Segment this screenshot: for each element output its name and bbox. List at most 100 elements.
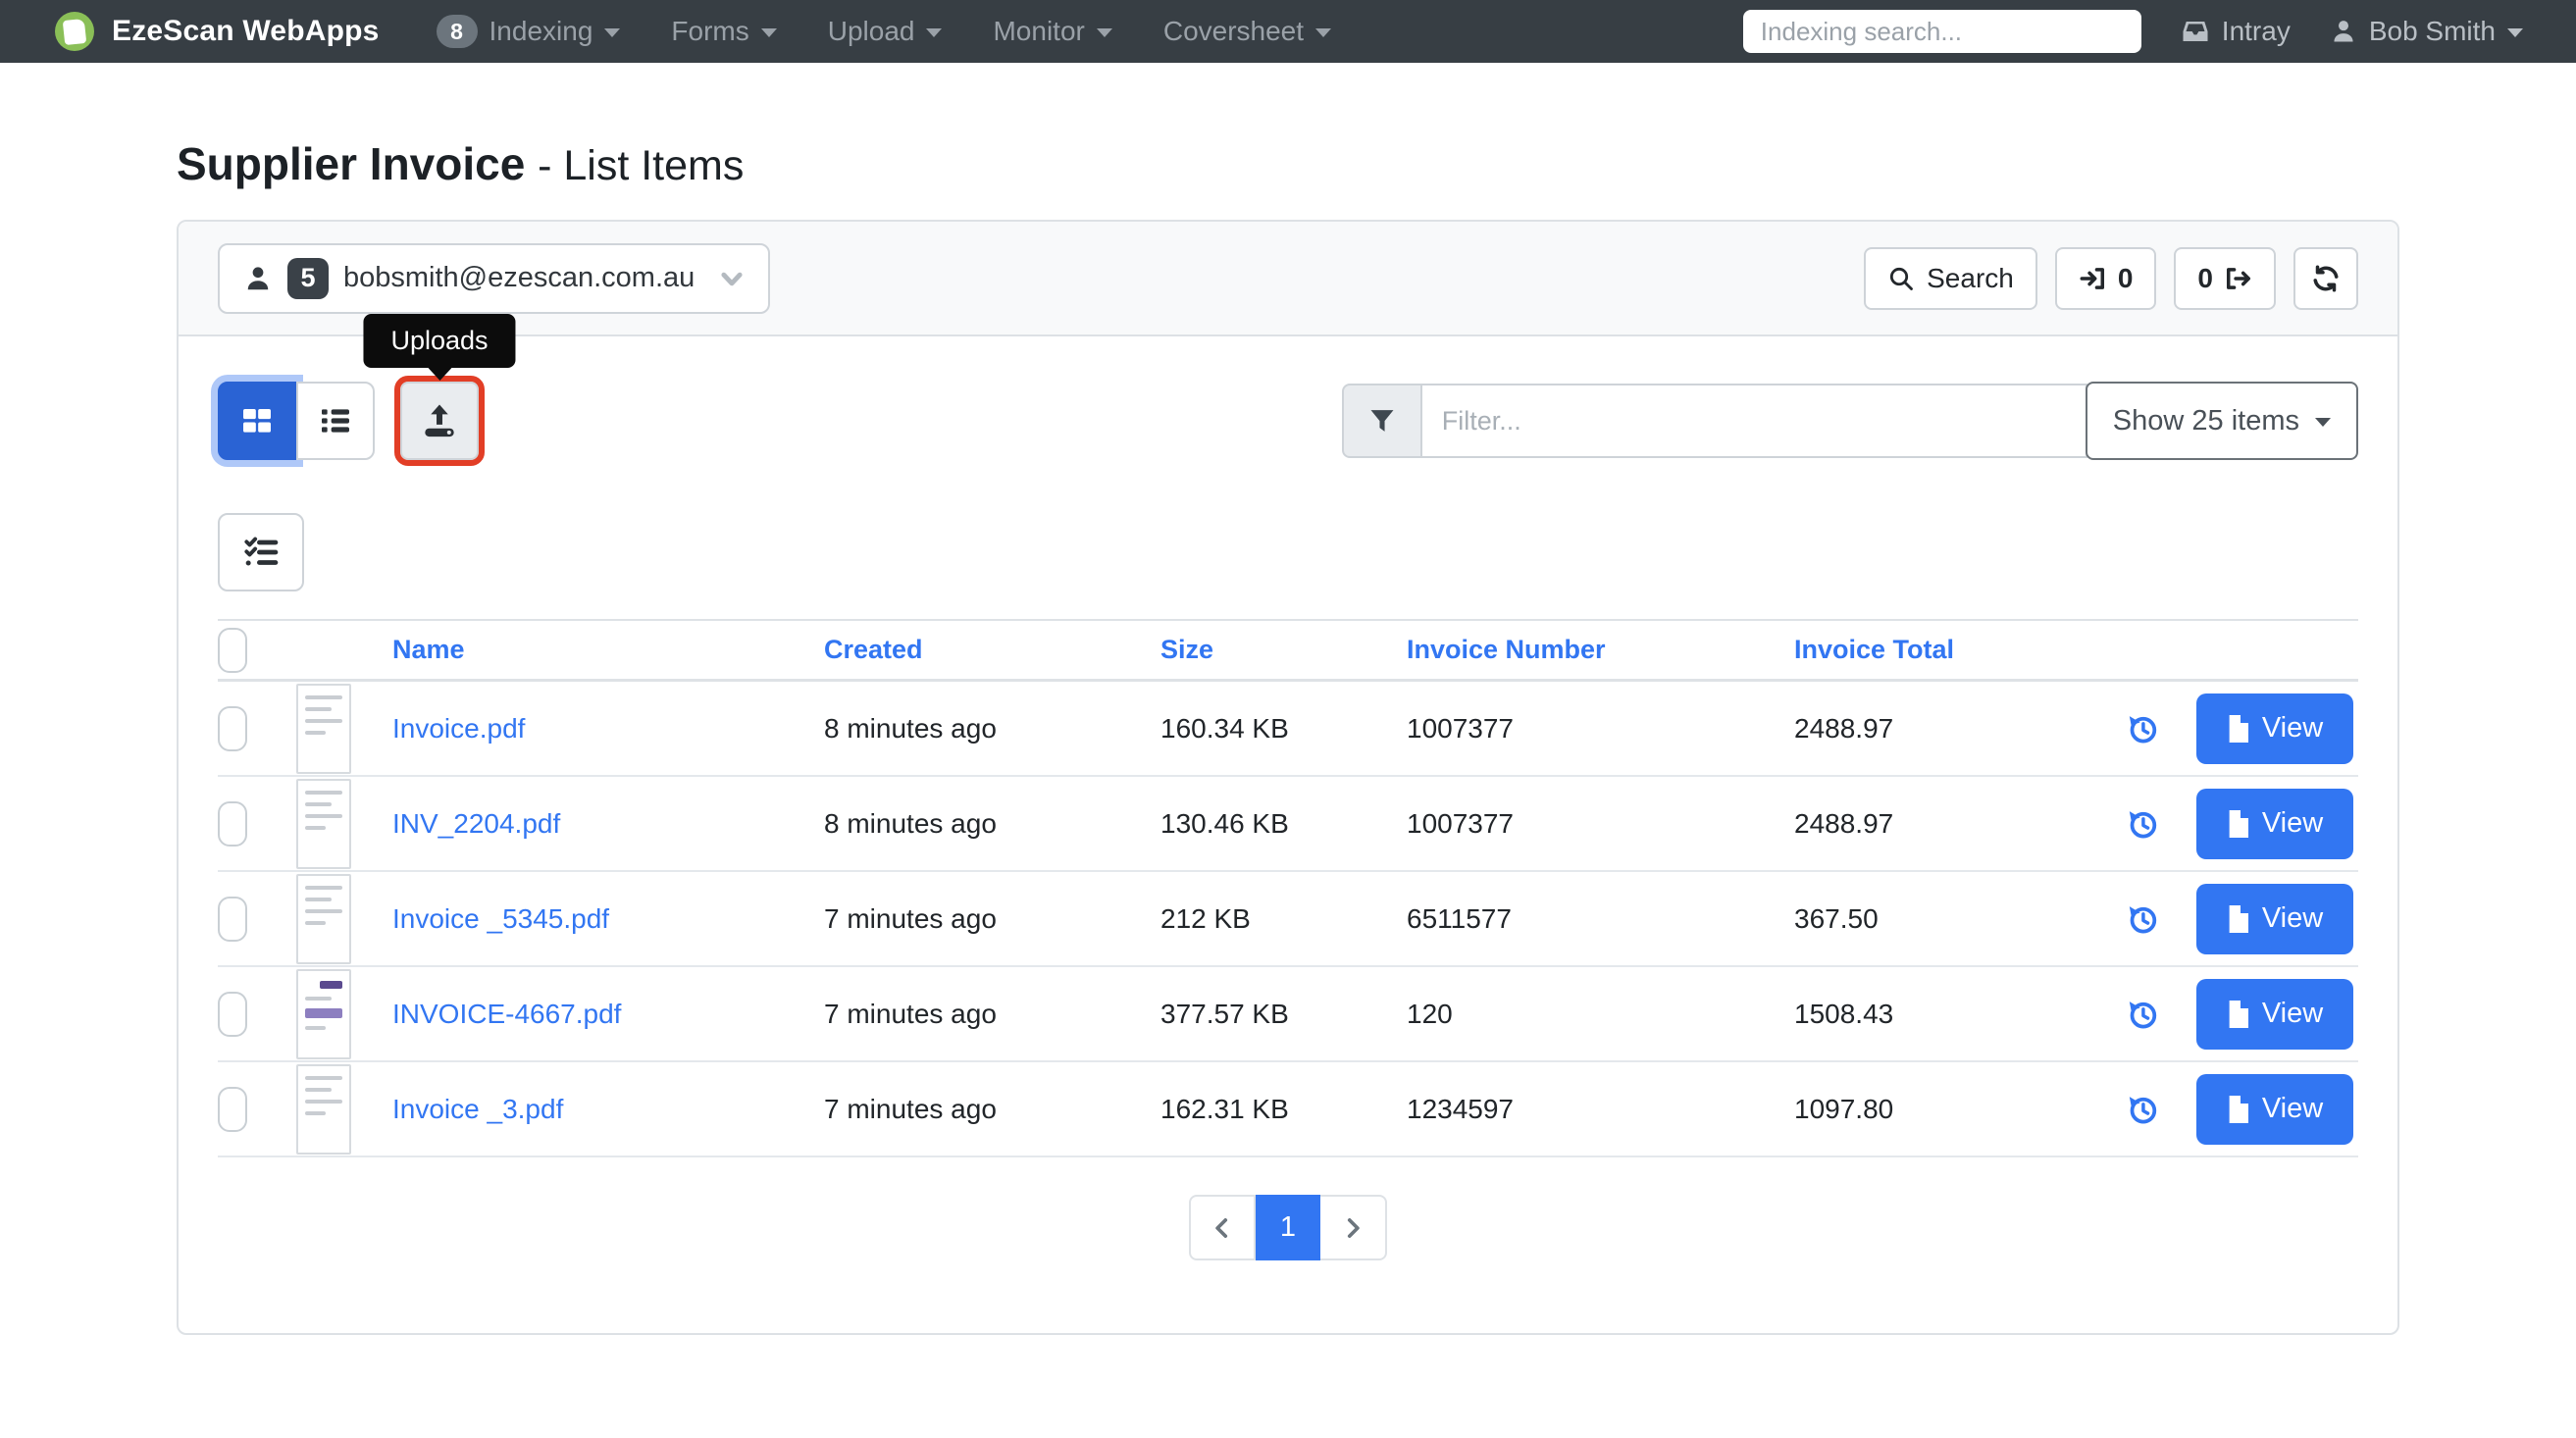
- user-icon: [243, 264, 273, 293]
- view-button-label: View: [2261, 998, 2324, 1029]
- checklist-icon: [240, 533, 282, 572]
- main-menu: 8 Indexing Forms Upload Monitor Covershe…: [436, 15, 1332, 48]
- history-icon: [2125, 711, 2160, 746]
- row-checkbox[interactable]: [218, 991, 247, 1037]
- user-icon: [2330, 18, 2357, 45]
- invoice-table: Name Created Size Invoice Number Invoice…: [218, 619, 2358, 1157]
- checkout-button[interactable]: 0: [2174, 246, 2276, 310]
- file-icon: [2227, 903, 2250, 934]
- column-select-button[interactable]: [218, 513, 304, 591]
- column-header-created[interactable]: Created: [824, 635, 1160, 665]
- menu-coversheet[interactable]: Coversheet: [1162, 16, 1332, 47]
- column-header-invoice-number[interactable]: Invoice Number: [1407, 635, 1794, 665]
- file-name-link[interactable]: INV_2204.pdf: [392, 808, 560, 839]
- table-body: Invoice.pdf 8 minutes ago 160.34 KB 1007…: [218, 682, 2358, 1157]
- uploads-button[interactable]: [394, 376, 485, 466]
- user-menu[interactable]: Bob Smith: [2330, 16, 2523, 47]
- history-icon: [2125, 997, 2160, 1032]
- file-icon: [2227, 999, 2250, 1029]
- row-checkbox[interactable]: [218, 800, 247, 847]
- invoice-number-cell: 1007377: [1407, 712, 1515, 744]
- column-header-size[interactable]: Size: [1160, 635, 1407, 665]
- chevron-down-icon: [719, 266, 745, 291]
- table-row: Invoice _5345.pdf 7 minutes ago 212 KB 6…: [218, 872, 2358, 967]
- view-button[interactable]: View: [2196, 1073, 2353, 1145]
- invoice-total-cell: 2488.97: [1794, 712, 1894, 744]
- history-icon: [2125, 1092, 2160, 1127]
- intray-link[interactable]: Intray: [2181, 16, 2291, 47]
- grid-view-button[interactable]: [218, 382, 296, 460]
- previous-page-button[interactable]: [1189, 1195, 1256, 1260]
- row-checkbox[interactable]: [218, 896, 247, 942]
- filter-input[interactable]: [1421, 384, 2087, 458]
- chevron-down-icon: [2315, 418, 2331, 427]
- invoice-total-cell: 367.50: [1794, 902, 1879, 934]
- refresh-button[interactable]: [2293, 246, 2358, 310]
- file-thumbnail: [296, 1063, 351, 1155]
- menu-upload[interactable]: Upload: [828, 16, 943, 47]
- file-name-link[interactable]: Invoice.pdf: [392, 713, 525, 744]
- menu-monitor-label: Monitor: [993, 16, 1085, 46]
- history-button[interactable]: [2088, 997, 2196, 1032]
- account-count-badge: 5: [287, 257, 329, 299]
- list-items-panel: 5 bobsmith@ezescan.com.au Search 0 0 Upl…: [177, 220, 2399, 1335]
- row-checkbox[interactable]: [218, 705, 247, 751]
- column-header-invoice-total[interactable]: Invoice Total: [1794, 635, 2088, 665]
- file-icon: [2227, 713, 2250, 744]
- indexing-count-badge: 8: [436, 15, 478, 48]
- chevron-down-icon: [760, 28, 777, 37]
- history-button[interactable]: [2088, 711, 2196, 746]
- view-toggle-group: [218, 382, 375, 460]
- column-header-name[interactable]: Name: [392, 635, 824, 665]
- view-button[interactable]: View: [2196, 883, 2353, 954]
- created-cell: 7 minutes ago: [824, 1093, 997, 1124]
- search-icon: [1887, 265, 1915, 292]
- file-name-link[interactable]: Invoice _3.pdf: [392, 1094, 563, 1124]
- next-page-button[interactable]: [1320, 1195, 1387, 1260]
- history-button[interactable]: [2088, 806, 2196, 842]
- menu-monitor[interactable]: Monitor: [993, 16, 1112, 47]
- chevron-left-icon: [1210, 1215, 1235, 1241]
- indexing-search-input[interactable]: [1742, 10, 2141, 53]
- intray-label: Intray: [2221, 16, 2291, 46]
- sign-out-icon: [2225, 265, 2252, 292]
- file-name-link[interactable]: INVOICE-4667.pdf: [392, 999, 621, 1029]
- show-items-dropdown[interactable]: Show 25 items: [2085, 382, 2358, 460]
- ezescan-logo-icon: [55, 12, 94, 51]
- list-view-button[interactable]: [296, 382, 375, 460]
- view-button-label: View: [2261, 807, 2324, 839]
- upload-icon: [419, 400, 460, 441]
- file-thumbnail: [296, 683, 351, 774]
- table-row: Invoice.pdf 8 minutes ago 160.34 KB 1007…: [218, 682, 2358, 777]
- view-button[interactable]: View: [2196, 978, 2353, 1050]
- menu-forms[interactable]: Forms: [671, 16, 777, 47]
- show-items-label: Show 25 items: [2112, 404, 2299, 437]
- brand-title: EzeScan WebApps: [112, 15, 380, 47]
- grid-view-icon: [237, 401, 277, 440]
- page-1-button[interactable]: 1: [1256, 1195, 1320, 1260]
- file-icon: [2227, 1094, 2250, 1124]
- history-button[interactable]: [2088, 1092, 2196, 1127]
- select-all-checkbox[interactable]: [218, 627, 247, 673]
- history-button[interactable]: [2088, 901, 2196, 937]
- checkin-button[interactable]: 0: [2054, 246, 2157, 310]
- filter-group: Show 25 items: [1341, 382, 2358, 460]
- file-name-link[interactable]: Invoice _5345.pdf: [392, 903, 609, 934]
- top-navbar: EzeScan WebApps 8 Indexing Forms Upload …: [0, 0, 2576, 63]
- view-button[interactable]: View: [2196, 788, 2353, 859]
- invoice-total-cell: 1097.80: [1794, 1093, 1894, 1124]
- table-row: INV_2204.pdf 8 minutes ago 130.46 KB 100…: [218, 777, 2358, 872]
- menu-indexing[interactable]: 8 Indexing: [436, 15, 621, 48]
- page-title: Supplier Invoice - List Items: [177, 137, 2399, 190]
- row-checkbox[interactable]: [218, 1086, 247, 1132]
- created-cell: 7 minutes ago: [824, 998, 997, 1029]
- search-button[interactable]: Search: [1864, 246, 2037, 310]
- chevron-down-icon: [604, 28, 621, 37]
- checkout-count: 0: [2197, 262, 2213, 293]
- view-button[interactable]: View: [2196, 693, 2353, 764]
- file-thumbnail: [296, 778, 351, 869]
- menu-coversheet-label: Coversheet: [1162, 16, 1305, 46]
- list-view-icon: [316, 401, 355, 440]
- account-dropdown[interactable]: 5 bobsmith@ezescan.com.au: [218, 242, 771, 314]
- size-cell: 377.57 KB: [1160, 998, 1289, 1029]
